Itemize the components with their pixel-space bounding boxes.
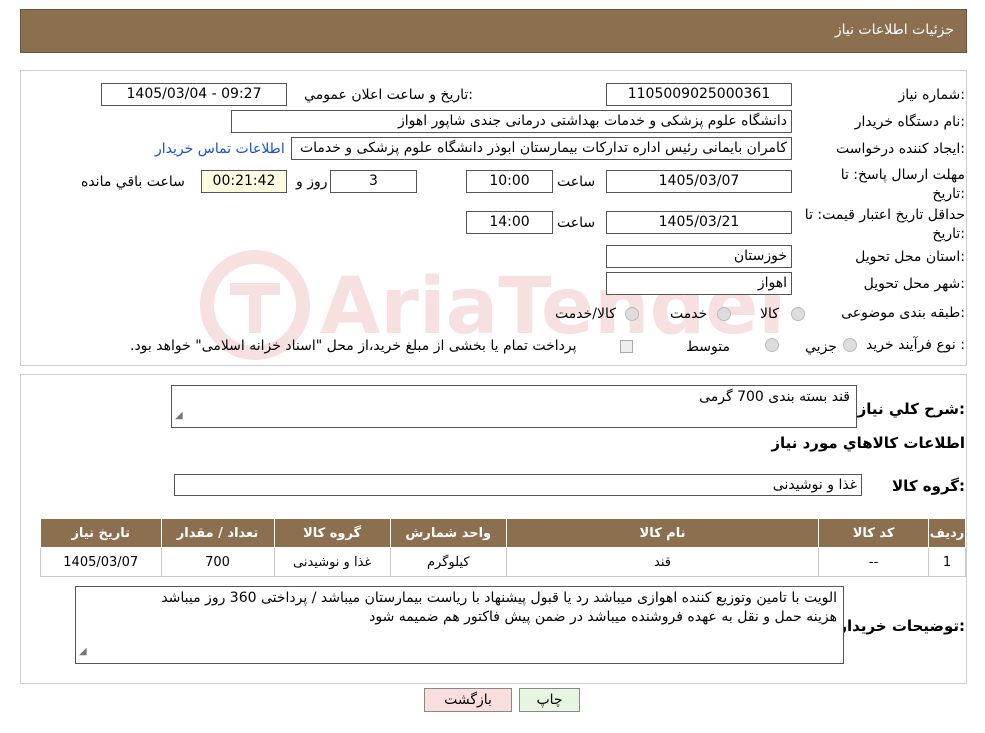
col-name: نام كالا <box>505 518 820 548</box>
validity-date-field: 1405/03/21 <box>606 211 792 234</box>
creator-field: کامران بایمانی رئیس اداره تدارکات بیمارس… <box>291 137 792 160</box>
process-option-minor: جزيي <box>805 339 837 355</box>
resize-grip-icon[interactable]: ◢ <box>175 406 183 425</box>
category-radio-goods-service[interactable] <box>625 307 639 321</box>
creator-label: ایجاد کننده درخواست: <box>836 141 965 157</box>
cell-row: 1 <box>928 547 966 577</box>
description-textarea[interactable]: قند بسته بندی 700 گرمی ◢ <box>171 385 857 428</box>
page-header: جزئیات اطلاعات نیاز <box>20 9 967 53</box>
col-unit: واحد شمارش <box>389 518 507 548</box>
goods-group-field: غذا و نوشیدنی <box>174 474 862 496</box>
buyer-notes-label: توضیحات خریدار: <box>838 617 965 635</box>
print-button[interactable]: چاپ <box>519 688 580 712</box>
cell-name: قند <box>505 547 820 577</box>
validity-time-field: 14:00 <box>466 211 553 234</box>
back-button[interactable]: بازگشت <box>424 688 512 712</box>
buyer-notes-textarea[interactable]: الویت با تامین وتوزیع کننده اهوازی میباش… <box>75 586 844 664</box>
col-row: رديف <box>928 518 966 548</box>
cell-code: -- <box>818 547 930 577</box>
remaining-label: ساعت باقي مانده <box>81 174 185 190</box>
process-option-medium: متوسط <box>686 339 730 355</box>
category-option-service: خدمت <box>670 306 708 322</box>
table-header-row: رديف كد كالا نام كالا واحد شمارش گروه كا… <box>40 518 966 548</box>
category-label: طبقه بندی موضوعی: <box>841 305 965 321</box>
category-radio-service[interactable] <box>717 307 731 321</box>
deadline-time-label: ساعت <box>557 174 596 190</box>
announce-field: 1405/03/04 - 09:27 <box>101 83 287 106</box>
province-label: استان محل تحویل: <box>855 249 965 265</box>
remaining-time-field: 00:21:42 <box>201 170 287 193</box>
process-note: پرداخت تمام یا بخشی از مبلغ خرید،از محل … <box>130 338 577 354</box>
category-option-goods-service: کالا/خدمت <box>555 306 616 322</box>
need-number-field: 1105009025000361 <box>606 83 792 106</box>
city-label: شهر محل تحویل: <box>863 276 965 292</box>
days-label: روز و <box>296 174 328 190</box>
deadline-date-field: 1405/03/07 <box>606 170 792 193</box>
announce-label: تاریخ و ساعت اعلان عمومي: <box>304 87 473 103</box>
col-qty: تعداد / مقدار <box>160 518 275 548</box>
description-text: قند بسته بندی 700 گرمی <box>699 389 850 405</box>
process-radio-minor[interactable] <box>843 338 857 352</box>
resize-grip-icon[interactable]: ◢ <box>79 642 87 661</box>
buyer-notes-line-1: الویت با تامین وتوزیع کننده اهوازی میباش… <box>161 590 837 606</box>
buyer-contact-link[interactable]: اطلاعات تماس خریدار <box>155 141 285 157</box>
days-field: 3 <box>330 170 417 193</box>
validity-label: حداقل تاریخ اعتبار قیمت: تا تاریخ: <box>804 207 965 242</box>
goods-section-title: اطلاعات كالاهاي مورد نياز <box>771 434 965 452</box>
buyer-label: نام دستگاه خریدار: <box>854 114 965 130</box>
cell-date: 1405/03/07 <box>40 547 162 577</box>
col-date: تاريخ نياز <box>40 518 162 548</box>
deadline-label: مهلت ارسال پاسخ: تا تاریخ: <box>840 167 965 202</box>
process-label: نوع فرآیند خرید : <box>866 337 965 353</box>
goods-table: رديف كد كالا نام كالا واحد شمارش گروه كا… <box>40 518 966 577</box>
goods-group-label: گروه کالا: <box>892 477 965 495</box>
buyer-notes-line-2: هزینه حمل و نقل به عهده فروشنده میباشد د… <box>369 609 837 625</box>
cell-qty: 700 <box>160 547 275 577</box>
description-label: شرح كلي نياز: <box>857 400 965 418</box>
deadline-time-field: 10:00 <box>466 170 553 193</box>
city-field: اهواز <box>606 272 792 295</box>
need-number-label: شماره نیاز: <box>898 87 965 103</box>
cell-group: غذا و نوشیدنی <box>273 547 391 577</box>
page-title: جزئیات اطلاعات نیاز <box>834 22 954 38</box>
buyer-field: دانشگاه علوم پزشکی و خدمات بهداشتی درمان… <box>231 110 792 133</box>
col-code: كد كالا <box>818 518 930 548</box>
cell-unit: کیلوگرم <box>389 547 507 577</box>
col-group: گروه كالا <box>273 518 391 548</box>
process-radio-medium[interactable] <box>765 338 779 352</box>
category-option-goods: کالا <box>760 306 779 322</box>
category-radio-goods[interactable] <box>791 307 805 321</box>
process-note-checkbox[interactable] <box>620 340 633 353</box>
validity-time-label: ساعت <box>557 215 596 231</box>
table-row: 1 -- قند کیلوگرم غذا و نوشیدنی 700 1405/… <box>40 547 966 577</box>
province-field: خوزستان <box>606 245 792 268</box>
